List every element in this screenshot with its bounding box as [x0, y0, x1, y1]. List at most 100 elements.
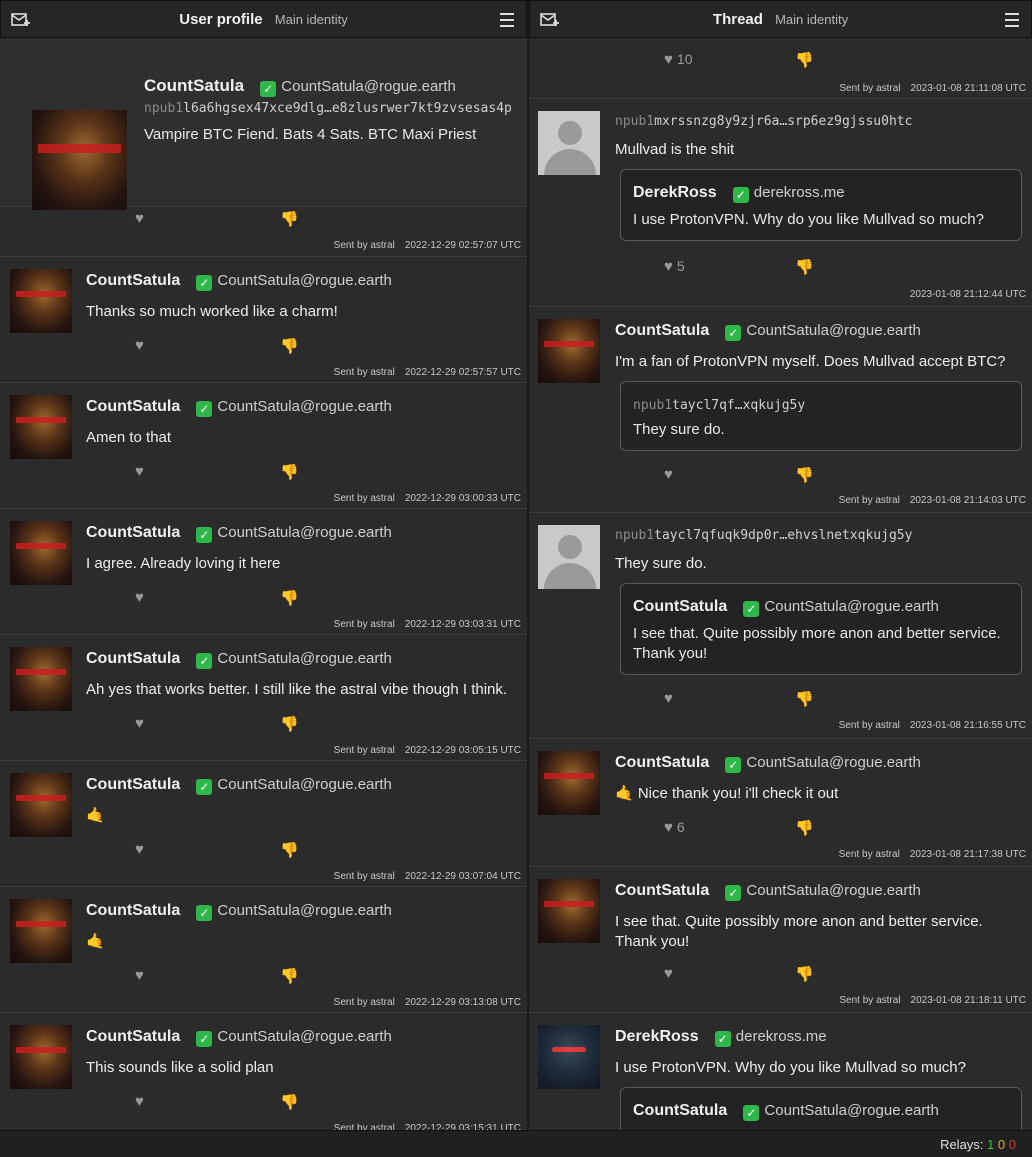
avatar[interactable] [10, 1025, 72, 1089]
author-name[interactable]: CountSatula [86, 776, 180, 793]
list-item: CountSatula ✓ CountSatula@rogue.earth Tha… [0, 256, 527, 382]
like-count: 10 [676, 51, 693, 67]
author-name[interactable]: CountSatula [86, 902, 180, 919]
timestamp[interactable]: 2023-01-08 21:14:03 UTC [910, 495, 1026, 506]
check-mark-icon: ✓ [196, 275, 213, 291]
author-name[interactable]: CountSatula [86, 272, 180, 289]
avatar[interactable] [538, 319, 600, 383]
timestamp[interactable]: 2023-01-08 21:11:08 UTC [911, 83, 1026, 94]
thumbs-down-icon[interactable]: 👎 [795, 690, 814, 708]
heart-icon[interactable]: ♥ [135, 841, 144, 858]
quoted-note[interactable]: CountSatula ✓ CountSatula@rogue.earth I s… [620, 583, 1022, 675]
heart-icon[interactable]: ♥ [135, 589, 144, 606]
thumbs-down-icon[interactable]: 👎 [795, 965, 814, 983]
avatar[interactable] [538, 879, 600, 943]
thumbs-down-icon[interactable]: 👎 [280, 967, 299, 985]
heart-icon[interactable]: ♥ 6 [664, 819, 685, 836]
heart-icon[interactable]: ♥ [664, 466, 673, 483]
timestamp[interactable]: 2023-01-08 21:17:38 UTC [910, 849, 1026, 860]
thumbs-down-icon[interactable]: 👎 [280, 841, 299, 859]
sent-by: Sent by astral [839, 995, 901, 1006]
post-content: Thanks so much worked like a charm! [86, 303, 338, 320]
timestamp[interactable]: 2022-12-29 03:03:31 UTC [405, 619, 521, 630]
thumbs-down-icon[interactable]: 👎 [280, 589, 299, 607]
author-name[interactable]: DerekRoss [615, 1028, 699, 1045]
list-item: CountSatula ✓ CountSatula@rogue.earth 🤙 N… [529, 738, 1032, 866]
sent-by: Sent by astral [839, 83, 901, 94]
check-mark-icon: ✓ [196, 1031, 213, 1047]
author-name[interactable]: CountSatula [615, 754, 709, 771]
author-npub[interactable]: npub1taycl7qfuqk9dp0r…ehvslnetxqkujg5y [615, 528, 912, 543]
thumbs-down-icon[interactable]: 👎 [795, 258, 814, 276]
author-name[interactable]: CountSatula [615, 322, 709, 339]
quoted-note[interactable]: npub1taycl7qf…xqkujg5y They sure do. [620, 381, 1022, 451]
relays-label: Relays: [940, 1137, 984, 1152]
timestamp[interactable]: 2023-01-08 21:16:55 UTC [910, 720, 1026, 731]
heart-icon[interactable]: ♥ [135, 210, 144, 227]
sent-by: Sent by astral [333, 240, 395, 251]
quoted-note[interactable]: DerekRoss ✓ derekross.me I use ProtonVPN.… [620, 169, 1022, 241]
avatar[interactable] [538, 751, 600, 815]
avatar[interactable] [538, 525, 600, 589]
author-name[interactable]: CountSatula [86, 398, 180, 415]
author-nip05: CountSatula@rogue.earth [217, 902, 392, 919]
author-name[interactable]: CountSatula [86, 524, 180, 541]
post-content: I agree. Already loving it here [86, 555, 281, 572]
sent-by: Sent by astral [838, 720, 900, 731]
timestamp[interactable]: 2023-01-08 21:18:11 UTC [911, 995, 1026, 1006]
thumbs-down-icon[interactable]: 👎 [280, 210, 299, 228]
thumbs-down-icon[interactable]: 👎 [795, 466, 814, 484]
heart-icon[interactable]: ♥ 10 [664, 51, 692, 68]
relay-status[interactable]: Relays: 1 0 0 [940, 1137, 1016, 1152]
timestamp[interactable]: 2022-12-29 02:57:57 UTC [405, 367, 521, 378]
sent-by: Sent by astral [333, 871, 395, 882]
author-nip05: CountSatula@rogue.earth [217, 398, 392, 415]
heart-icon[interactable]: ♥ [135, 1093, 144, 1110]
timestamp[interactable]: 2022-12-29 03:07:04 UTC [405, 871, 521, 882]
author-name[interactable]: CountSatula [615, 882, 709, 899]
timestamp[interactable]: 2022-12-29 03:00:33 UTC [405, 493, 521, 504]
timestamp[interactable]: 2022-12-29 03:13:08 UTC [405, 997, 521, 1008]
author-name[interactable]: CountSatula [86, 650, 180, 667]
heart-icon[interactable]: ♥ [135, 967, 144, 984]
timestamp[interactable]: 2022-12-29 03:05:15 UTC [405, 745, 521, 756]
heart-icon[interactable]: ♥ [664, 965, 673, 982]
sent-by: Sent by astral [333, 619, 395, 630]
avatar[interactable] [10, 395, 72, 459]
check-mark-icon: ✓ [260, 81, 277, 97]
avatar[interactable] [10, 773, 72, 837]
profile-npub[interactable]: npub1l6a6hgsex47xce9dlg…e8zlusrwer7kt9zv… [144, 101, 512, 116]
avatar[interactable] [10, 521, 72, 585]
heart-icon[interactable]: ♥ [135, 463, 144, 480]
list-item: CountSatula ✓ CountSatula@rogue.earth I a… [0, 508, 527, 634]
avatar[interactable] [10, 647, 72, 711]
quoted-note[interactable]: CountSatula ✓ CountSatula@rogue.earth [620, 1087, 1022, 1131]
heart-icon[interactable]: ♥ 5 [664, 258, 685, 275]
avatar[interactable] [10, 899, 72, 963]
author-npub[interactable]: npub1mxrssnzg8y9zjr6a…srp6ez9gjssu0htc [615, 114, 912, 129]
author-name[interactable]: CountSatula [86, 1028, 180, 1045]
avatar[interactable] [32, 110, 127, 210]
heart-icon[interactable]: ♥ [135, 337, 144, 354]
identity-label[interactable]: Main identity [775, 12, 848, 27]
thumbs-down-icon[interactable]: 👎 [795, 819, 814, 837]
timestamp[interactable]: 2023-01-08 21:12:44 UTC [910, 289, 1026, 300]
post-content: I'm a fan of ProtonVPN myself. Does Mull… [615, 353, 1006, 370]
timestamp[interactable]: 2022-12-29 02:57:07 UTC [405, 240, 521, 251]
hamburger-menu-icon[interactable] [1005, 13, 1019, 27]
avatar[interactable] [10, 269, 72, 333]
avatar[interactable] [538, 1025, 600, 1089]
heart-icon[interactable]: ♥ [664, 690, 673, 707]
profile-card: CountSatula ✓ CountSatula@rogue.earth npu… [0, 38, 527, 210]
thumbs-down-icon[interactable]: 👎 [795, 51, 814, 69]
thumbs-down-icon[interactable]: 👎 [280, 1093, 299, 1111]
hamburger-menu-icon[interactable] [500, 13, 514, 27]
author-nip05: CountSatula@rogue.earth [217, 650, 392, 667]
heart-icon[interactable]: ♥ [135, 715, 144, 732]
thumbs-down-icon[interactable]: 👎 [280, 463, 299, 481]
thumbs-down-icon[interactable]: 👎 [280, 715, 299, 733]
identity-label[interactable]: Main identity [275, 12, 348, 27]
avatar[interactable] [538, 111, 600, 175]
thumbs-down-icon[interactable]: 👎 [280, 337, 299, 355]
quoted-author-name: CountSatula [633, 598, 728, 615]
